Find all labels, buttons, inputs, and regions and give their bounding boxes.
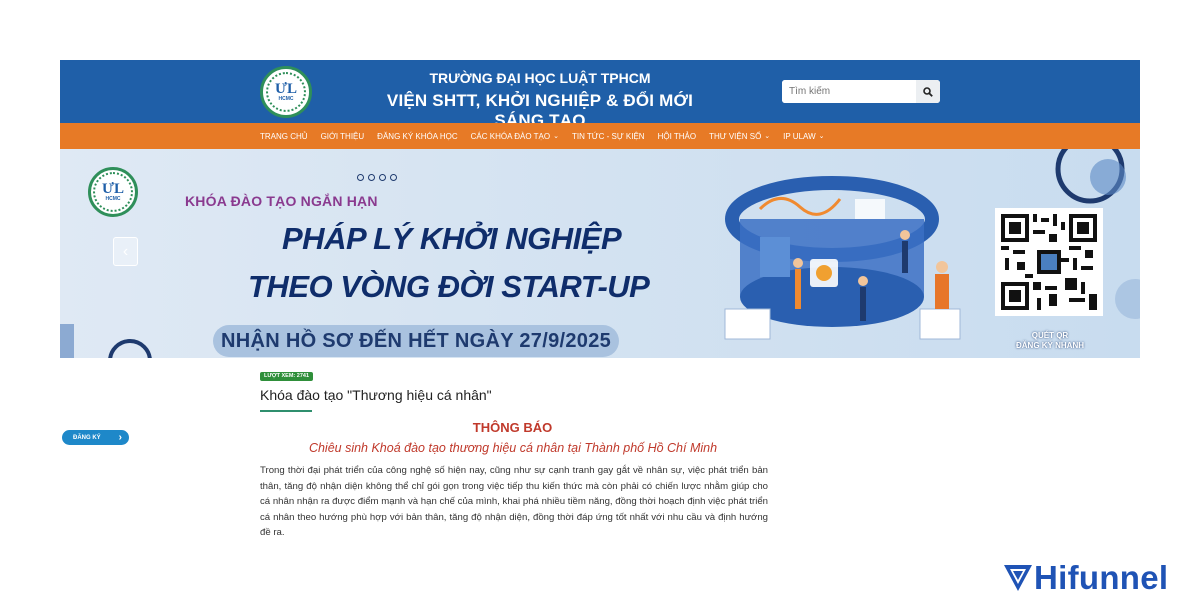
qr-caption-line1: QUÉT QR [1031, 331, 1069, 340]
banner-kicker: KHÓA ĐÀO TẠO NGẮN HẠN [185, 193, 378, 209]
qr-code-image [1001, 214, 1097, 310]
university-name: TRƯỜNG ĐẠI HỌC LUẬT TPHCM [429, 70, 651, 86]
nav-item-hoi-thao[interactable]: HỘI THẢO [658, 132, 697, 141]
slide-dot[interactable] [379, 174, 386, 181]
site-header: ƯL HCMC TRƯỜNG ĐẠI HỌC LUẬT TPHCM VIỆN S… [60, 60, 1140, 130]
post-body: Trong thời đại phát triển của công nghệ … [260, 465, 768, 539]
banner-logo: ƯL HCMC [88, 167, 138, 217]
nav-item-tin-tuc-su-kien[interactable]: TIN TỨC - SỰ KIỆN [572, 132, 645, 141]
banner-logo-subtext: HCMC [105, 196, 121, 202]
view-count-badge: LƯỢT XEM: 2741 [260, 372, 314, 381]
hero-banner[interactable]: ƯL HCMC KHÓA ĐÀO TẠO NGẮN HẠN PHÁP LÝ KH… [60, 149, 1140, 358]
nav-item-ip-ulaw[interactable]: IP ULAW ⌄ [783, 132, 824, 141]
banner-title-line1: PHÁP LÝ KHỞI NGHIỆP [282, 221, 622, 256]
search-box [782, 80, 940, 103]
nav-item-thu-vien-so[interactable]: THƯ VIỆN SỐ ⌄ [709, 132, 770, 141]
hifunnel-watermark: Hifunnel [1004, 560, 1168, 596]
notice-heading: THÔNG BÁO [472, 420, 553, 435]
startup-illustration [724, 176, 961, 340]
register-button[interactable]: ĐĂNG KÝ › [62, 430, 129, 445]
nav-item-cac-khoa-dao-tao[interactable]: CÁC KHÓA ĐÀO TẠO ⌄ [471, 132, 559, 141]
page: ƯL HCMC TRƯỜNG ĐẠI HỌC LUẬT TPHCM VIỆN S… [0, 0, 1200, 600]
banner-logo-emblem: ƯL HCMC [93, 172, 133, 212]
logo-subtext: HCMC [278, 96, 294, 102]
post-title: Khóa đào tạo "Thương hiệu cá nhân" [260, 387, 492, 403]
chevron-down-icon: ⌄ [764, 133, 771, 140]
nav-item-dang-ky-khoa-hoc[interactable]: ĐĂNG KÝ KHÓA HỌC [377, 132, 457, 141]
register-label: ĐĂNG KÝ [73, 434, 101, 441]
slide-dots [357, 174, 397, 181]
qr-caption-line2: ĐĂNG KÝ NHANH [1016, 341, 1084, 350]
banner-deadline: NHẬN HỒ SƠ ĐẾN HẾT NGÀY 27/9/2025 [213, 325, 620, 357]
logo-emblem: ƯL HCMC [266, 72, 306, 112]
search-input[interactable] [782, 80, 916, 103]
chevron-down-icon: ⌄ [553, 133, 559, 140]
chevron-left-icon: ‹ [122, 242, 129, 260]
qr-code[interactable] [995, 208, 1103, 316]
nav-item-gioi-thieu[interactable]: GIỚI THIỆU [321, 132, 365, 141]
qr-caption: QUÉT QR ĐĂNG KÝ NHANH [1000, 331, 1100, 351]
banner-title-line2: THEO VÒNG ĐỜI START-UP [248, 269, 650, 304]
university-logo[interactable]: ƯL HCMC [260, 66, 312, 118]
main-nav: TRANG CHỦ GIỚI THIỆU ĐĂNG KÝ KHÓA HỌC CÁ… [60, 123, 1140, 149]
slide-dot[interactable] [368, 174, 375, 181]
watermark-text: Hifunnel [1034, 559, 1169, 596]
search-button[interactable] [916, 80, 940, 103]
slide-dot[interactable] [357, 174, 364, 181]
nav-item-trang-chu[interactable]: TRANG CHỦ [260, 132, 308, 141]
slide-dot[interactable] [390, 174, 397, 181]
logo-text: ƯL [275, 81, 297, 97]
chevron-down-icon: ⌄ [818, 133, 825, 140]
banner-logo-text: ƯL [102, 181, 124, 197]
title-underline [260, 410, 312, 412]
notice-subheading: Chiêu sinh Khoá đào tạo thương hiệu cá n… [308, 441, 718, 455]
chevron-right-icon: › [118, 432, 122, 443]
hifunnel-logo-icon [1004, 565, 1032, 591]
prev-slide-button[interactable]: ‹ [113, 237, 138, 266]
search-icon [923, 86, 933, 97]
